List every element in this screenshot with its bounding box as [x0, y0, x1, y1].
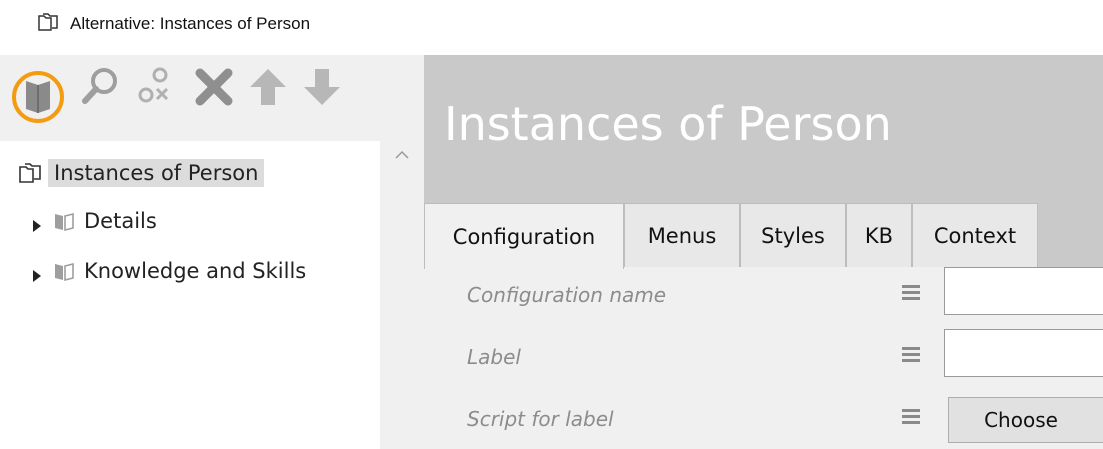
move-down-button[interactable] — [302, 65, 342, 109]
delete-icon — [195, 68, 233, 106]
configuration-form: Configuration name Label Script for labe… — [424, 267, 1103, 449]
open-book-icon — [12, 71, 64, 123]
hamburger-menu-icon[interactable] — [900, 343, 922, 365]
toolbar — [0, 55, 424, 141]
tab-label: Menus — [647, 223, 717, 248]
tree-item-knowledge-and-skills[interactable]: Knowledge and Skills — [30, 253, 306, 289]
tab-styles[interactable]: Styles — [740, 203, 846, 267]
field-row-configuration-name: Configuration name — [424, 267, 1103, 323]
tree-view: Instances of Person Details Knowledge an… — [0, 141, 380, 449]
field-row-script-for-label: Script for label Choose — [424, 391, 1103, 447]
detail-header: Instances of Person — [424, 55, 1103, 195]
caret-right-icon[interactable] — [30, 264, 44, 282]
hamburger-menu-icon[interactable] — [900, 405, 922, 427]
delete-button[interactable] — [194, 65, 234, 109]
open-book-button[interactable] — [10, 67, 66, 123]
caret-right-icon[interactable] — [30, 214, 44, 232]
configuration-name-input[interactable] — [944, 267, 1103, 315]
move-down-icon — [304, 69, 340, 105]
book-icon — [52, 209, 76, 233]
tree-item-details[interactable]: Details — [30, 203, 157, 239]
tab-label: Styles — [761, 223, 825, 248]
field-label: Label — [467, 345, 521, 369]
tab-kb[interactable]: KB — [846, 203, 912, 267]
tab-label: Context — [933, 223, 1017, 248]
tree-item-root[interactable]: Instances of Person — [18, 155, 265, 191]
folder-outline-icon — [37, 11, 59, 33]
page-title: Instances of Person — [444, 97, 892, 151]
label-input[interactable] — [944, 329, 1103, 377]
search-button[interactable] — [80, 65, 120, 109]
hamburger-menu-icon[interactable] — [900, 281, 922, 303]
window-title: Alternative: Instances of Person — [70, 14, 311, 33]
detail-panel: Instances of Person Configuration Menus … — [424, 55, 1103, 449]
field-label: Script for label — [467, 407, 614, 431]
tree-item-label: Instances of Person — [48, 159, 265, 187]
move-up-icon — [250, 69, 286, 105]
tree-scrollbar[interactable] — [380, 141, 424, 449]
left-panel: Instances of Person Details Knowledge an… — [0, 55, 424, 449]
tab-label: Configuration — [452, 224, 596, 249]
disconnect-icon — [138, 67, 169, 103]
scroll-up-icon[interactable] — [392, 147, 412, 163]
window-titlebar: Alternative: Instances of Person — [0, 0, 1103, 50]
book-icon — [52, 259, 76, 283]
tree-item-label: Details — [84, 209, 157, 233]
field-row-label: Label — [424, 329, 1103, 385]
choose-button[interactable]: Choose — [948, 397, 1103, 443]
disconnect-button[interactable] — [136, 65, 176, 109]
tab-configuration[interactable]: Configuration — [424, 203, 624, 269]
search-icon — [82, 68, 117, 104]
tab-bar: Configuration Menus Styles KB Context — [424, 195, 1103, 269]
folder-outline-icon — [18, 161, 42, 185]
move-up-button[interactable] — [248, 65, 288, 109]
tab-context[interactable]: Context — [912, 203, 1038, 267]
tab-menus[interactable]: Menus — [624, 203, 740, 267]
field-label: Configuration name — [467, 283, 667, 307]
tree-item-label: Knowledge and Skills — [84, 259, 307, 283]
tab-label: KB — [864, 223, 894, 248]
